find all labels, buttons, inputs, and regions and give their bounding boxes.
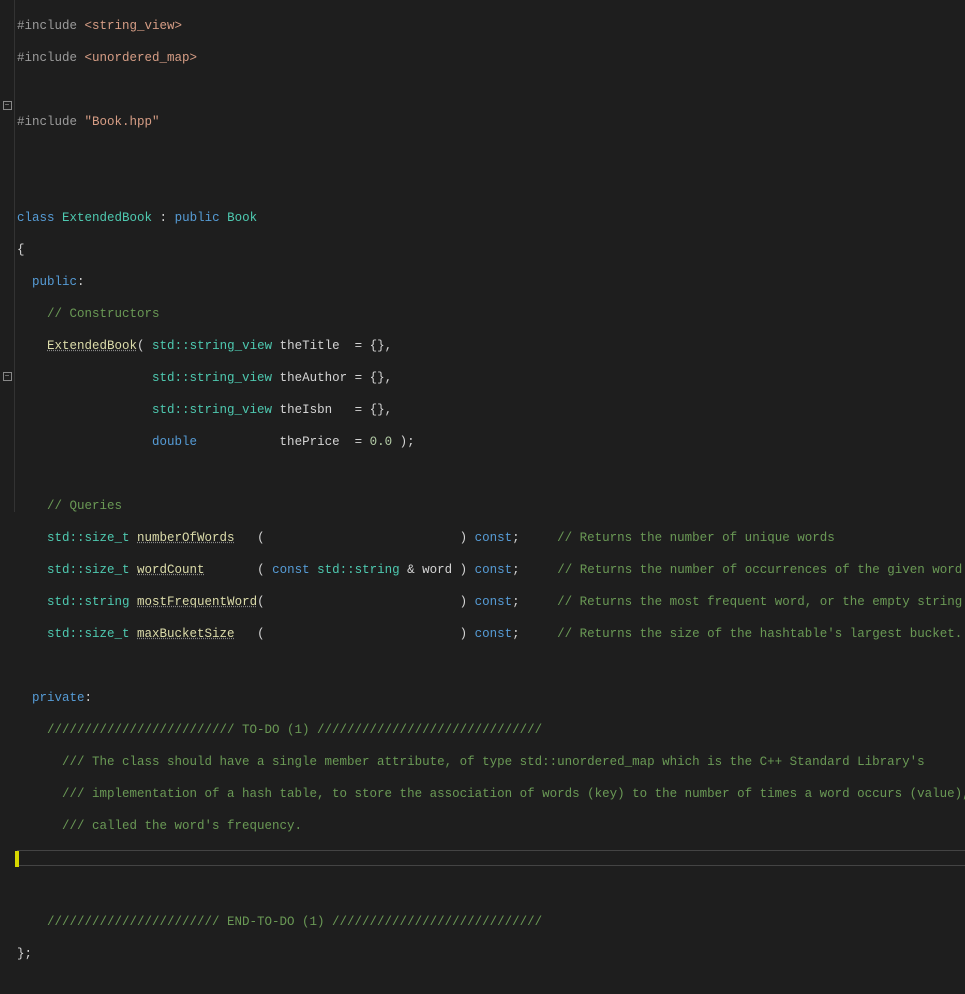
brace-open: { [17,243,25,257]
param-isbn: theIsbn = {}, [272,403,392,417]
kw-double: double [152,435,197,449]
todo-end: /////////////////////// END-TO-DO (1) //… [17,915,542,929]
fn-numberOfWords: numberOfWords [137,531,235,545]
access-private: private [17,691,85,705]
param-price: thePrice = [197,435,370,449]
include-3-directive: #include [17,115,85,129]
fold-gutter: − − [0,0,15,512]
fold-toggle-comment[interactable]: − [3,372,12,381]
comment-maxBucketSize: // Returns the size of the hashtable's l… [557,627,965,641]
modified-indicator [15,851,19,867]
fn-mostFrequentWord: mostFrequentWord [137,595,257,609]
fold-toggle-class[interactable]: − [3,101,12,110]
default-price: 0.0 [370,435,393,449]
kw-class: class [17,211,55,225]
comment-queries: // Queries [17,499,122,513]
current-line[interactable] [17,850,965,866]
include-3-header: "Book.hpp" [85,115,160,129]
include-1-header: <string_view> [85,19,183,33]
access-public: public [17,275,77,289]
base-class: Book [220,211,258,225]
comment-mostFrequentWord: // Returns the most frequent word, or th… [557,595,965,609]
todo-comment-2: /// implementation of a hash table, to s… [17,787,965,801]
class-name: ExtendedBook [55,211,160,225]
param-title: theTitle = {}, [272,339,392,353]
code-area[interactable]: #include <string_view> #include <unorder… [15,0,965,512]
comment-wordCount: // Returns the number of occurrences of … [557,563,962,577]
code-editor[interactable]: − − #include <string_view> #include <uno… [0,0,965,512]
todo-comment-1: /// The class should have a single membe… [17,755,925,769]
todo-comment-3: /// called the word's frequency. [17,819,302,833]
param-author: theAuthor = {}, [272,371,392,385]
include-1-directive: #include [17,19,85,33]
fn-maxBucketSize: maxBucketSize [137,627,235,641]
include-2-header: <unordered_map> [85,51,198,65]
kw-public: public [175,211,220,225]
todo-begin: ///////////////////////// TO-DO (1) ////… [17,723,542,737]
comment-constructors: // Constructors [17,307,160,321]
include-2-directive: #include [17,51,85,65]
comment-numberOfWords: // Returns the number of unique words [557,531,835,545]
brace-close: }; [17,947,32,961]
fn-wordCount: wordCount [137,563,205,577]
constructor-name: ExtendedBook [47,339,137,353]
